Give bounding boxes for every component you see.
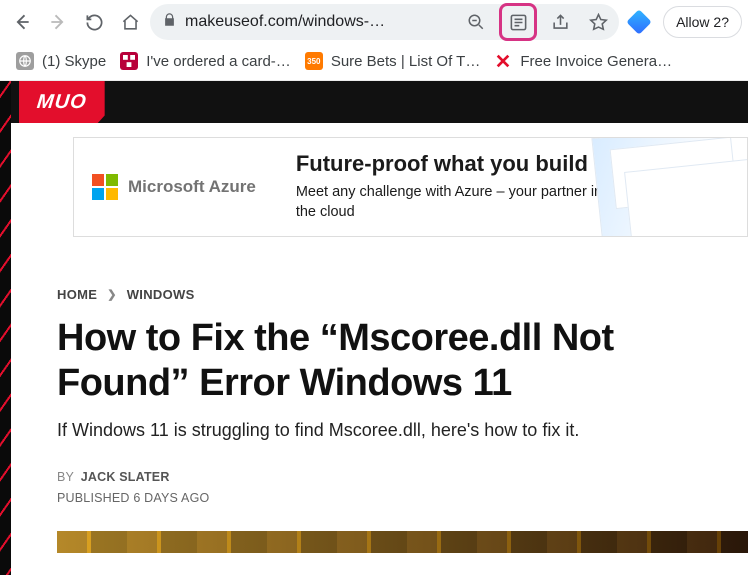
x-red-icon [494,52,512,70]
chevron-right-icon: ❯ [107,288,117,301]
bookmarks-bar: (1) Skype I've ordered a card-… 350 Sure… [0,46,748,81]
article-headline: How to Fix the “Mscoree.dll Not Found” E… [57,316,748,406]
article: HOME ❯ WINDOWS How to Fix the “Mscoree.d… [11,253,748,553]
omnibox[interactable]: makeuseof.com/windows-… [150,4,619,40]
reader-mode-button[interactable] [503,7,533,37]
author-link[interactable]: JACK SLATER [81,470,170,484]
page-viewport: MUO Microsoft Azure Future-proof what yo… [0,81,748,575]
bookmark-ordered-card[interactable]: I've ordered a card-… [120,52,291,70]
published-label: PUBLISHED 6 DAYS AGO [57,488,748,509]
zoom-button[interactable] [461,7,491,37]
ad-subhead: Meet any challenge with Azure – your par… [296,183,606,222]
byline-prefix: BY [57,470,74,484]
background-edge-strip [0,81,11,575]
page-content: MUO Microsoft Azure Future-proof what yo… [11,81,748,575]
article-dek: If Windows 11 is struggling to find Msco… [57,420,748,441]
bookmark-free-invoice[interactable]: Free Invoice Genera… [494,52,672,70]
allow-permissions-pill[interactable]: Allow 2? [663,6,742,38]
bookmark-label: (1) Skype [42,53,106,70]
site-logo[interactable]: MUO [19,81,105,123]
bookmark-star-button[interactable] [583,7,613,37]
ad-headline: Future-proof what you build [296,151,606,177]
reload-icon [85,13,104,32]
nav-forward-button[interactable] [42,6,74,38]
microsoft-logo-icon [92,174,118,200]
ad-banner[interactable]: Microsoft Azure Future-proof what you bu… [73,137,748,237]
star-icon [589,13,608,32]
arrow-left-icon [12,12,32,32]
arrow-right-icon [48,12,68,32]
article-meta: BY JACK SLATER PUBLISHED 6 DAYS AGO [57,467,748,510]
ad-brand: Microsoft Azure [128,177,256,197]
bookmark-sure-bets[interactable]: 350 Sure Bets | List Of T… [305,52,481,70]
natwest-icon [120,52,138,70]
nav-home-button[interactable] [114,6,146,38]
extension-brave-icon[interactable] [623,6,655,38]
ad-slot: Microsoft Azure Future-proof what you bu… [11,123,748,253]
nav-back-button[interactable] [6,6,38,38]
site-header: MUO [11,81,748,123]
home-icon [121,13,140,32]
ad-copy: Future-proof what you build Meet any cha… [296,151,606,222]
breadcrumb-section[interactable]: WINDOWS [127,287,195,302]
bookmark-label: Sure Bets | List Of T… [331,53,481,70]
reader-mode-icon [509,13,528,32]
ad-graphic [591,137,748,237]
browser-toolbar: makeuseof.com/windows-… Allow 2? [0,0,748,46]
bookmark-label: Free Invoice Genera… [520,53,672,70]
omnibox-url: makeuseof.com/windows-… [185,13,453,31]
breadcrumb: HOME ❯ WINDOWS [57,287,748,302]
reader-mode-highlight [499,3,537,41]
diamond-icon [626,9,651,34]
share-icon [551,13,570,32]
bookmark-label: I've ordered a card-… [146,53,291,70]
site-logo-text: MUO [36,91,88,114]
breadcrumb-home[interactable]: HOME [57,287,97,302]
lock-icon [162,12,177,32]
globe-icon [16,52,34,70]
350-icon: 350 [305,52,323,70]
zoom-out-icon [467,13,485,31]
article-hero-image [57,531,748,553]
share-button[interactable] [545,7,575,37]
nav-reload-button[interactable] [78,6,110,38]
bookmark-skype[interactable]: (1) Skype [16,52,106,70]
